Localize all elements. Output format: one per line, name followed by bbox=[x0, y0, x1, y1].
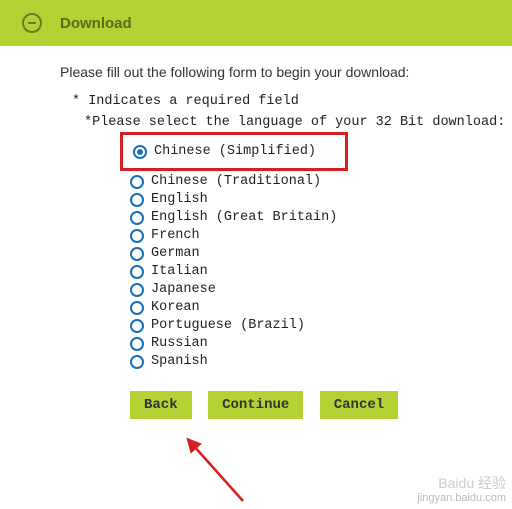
radio-icon[interactable] bbox=[130, 211, 144, 225]
radio-icon[interactable] bbox=[130, 301, 144, 315]
collapse-icon[interactable] bbox=[22, 13, 42, 33]
radio-icon[interactable] bbox=[130, 355, 144, 369]
intro-text: Please fill out the following form to be… bbox=[60, 64, 512, 80]
radio-icon[interactable] bbox=[130, 229, 144, 243]
form-content: Please fill out the following form to be… bbox=[0, 46, 512, 419]
radio-icon[interactable] bbox=[130, 175, 144, 189]
language-label: Chinese (Simplified) bbox=[154, 144, 316, 159]
language-label: Italian bbox=[151, 264, 208, 279]
language-option[interactable]: Japanese bbox=[130, 282, 512, 297]
radio-icon[interactable] bbox=[130, 283, 144, 297]
back-button[interactable]: Back bbox=[130, 391, 192, 419]
cancel-button[interactable]: Cancel bbox=[320, 391, 398, 419]
language-label: Japanese bbox=[151, 282, 216, 297]
language-label: German bbox=[151, 246, 200, 261]
language-option[interactable]: Chinese (Simplified) bbox=[133, 144, 335, 159]
language-option[interactable]: French bbox=[130, 228, 512, 243]
language-label: French bbox=[151, 228, 200, 243]
header-title: Download bbox=[60, 15, 132, 32]
select-prompt: *Please select the language of your 32 B… bbox=[60, 115, 512, 130]
language-option[interactable]: Chinese (Traditional) bbox=[130, 174, 512, 189]
language-option[interactable]: German bbox=[130, 246, 512, 261]
language-label: English (Great Britain) bbox=[151, 210, 337, 225]
radio-icon[interactable] bbox=[130, 337, 144, 351]
language-option[interactable]: English (Great Britain) bbox=[130, 210, 512, 225]
language-label: English bbox=[151, 192, 208, 207]
language-option[interactable]: English bbox=[130, 192, 512, 207]
radio-icon[interactable] bbox=[130, 193, 144, 207]
watermark-url: jingyan.baidu.com bbox=[417, 492, 506, 505]
continue-button[interactable]: Continue bbox=[208, 391, 303, 419]
highlight-box: Chinese (Simplified) bbox=[120, 132, 348, 171]
radio-icon[interactable] bbox=[130, 265, 144, 279]
language-option[interactable]: Spanish bbox=[130, 354, 512, 369]
language-label: Russian bbox=[151, 336, 208, 351]
radio-icon[interactable] bbox=[130, 247, 144, 261]
watermark: Baidu 经验 jingyan.baidu.com bbox=[417, 475, 506, 505]
language-label: Spanish bbox=[151, 354, 208, 369]
language-label: Chinese (Traditional) bbox=[151, 174, 321, 189]
watermark-brand: Baidu 经验 bbox=[417, 475, 506, 492]
annotation-arrow bbox=[165, 437, 255, 509]
language-option[interactable]: Korean bbox=[130, 300, 512, 315]
language-option[interactable]: Portuguese (Brazil) bbox=[130, 318, 512, 333]
button-row: Back Continue Cancel bbox=[60, 391, 512, 419]
language-label: Portuguese (Brazil) bbox=[151, 318, 305, 333]
required-note: * Indicates a required field bbox=[60, 94, 512, 109]
radio-icon[interactable] bbox=[133, 145, 147, 159]
language-label: Korean bbox=[151, 300, 200, 315]
radio-icon[interactable] bbox=[130, 319, 144, 333]
language-option[interactable]: Russian bbox=[130, 336, 512, 351]
language-option[interactable]: Italian bbox=[130, 264, 512, 279]
download-header[interactable]: Download bbox=[0, 0, 512, 46]
